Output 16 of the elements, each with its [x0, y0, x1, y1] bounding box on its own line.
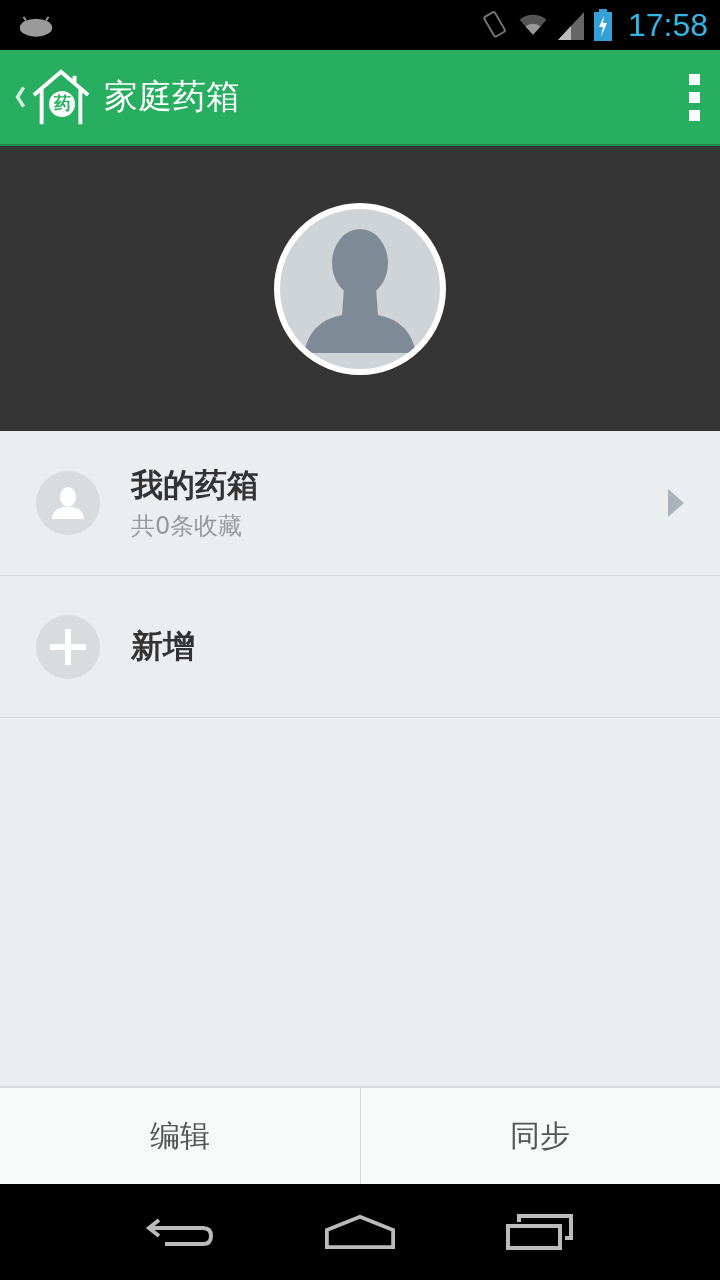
row-title: 新增: [131, 625, 196, 667]
row-subtitle: 共0条收藏: [131, 511, 244, 542]
recents-nav-icon[interactable]: [505, 1212, 575, 1252]
row-title: 我的药箱: [131, 465, 260, 506]
chevron-left-icon: [14, 85, 26, 109]
person-icon: [36, 471, 100, 535]
avatar-icon[interactable]: [274, 202, 446, 375]
app-title: 家庭药箱: [104, 75, 241, 118]
list-row[interactable]: 新增: [0, 576, 720, 718]
battery-icon: [593, 9, 612, 41]
list-row[interactable]: 我的药箱 共0条收藏: [0, 431, 720, 576]
clock-time: 17:58: [627, 6, 708, 44]
chevron-right-icon: [668, 489, 684, 517]
house-logo: 药: [30, 67, 92, 127]
home-nav-icon[interactable]: [325, 1212, 395, 1252]
plus-icon: [36, 614, 100, 679]
